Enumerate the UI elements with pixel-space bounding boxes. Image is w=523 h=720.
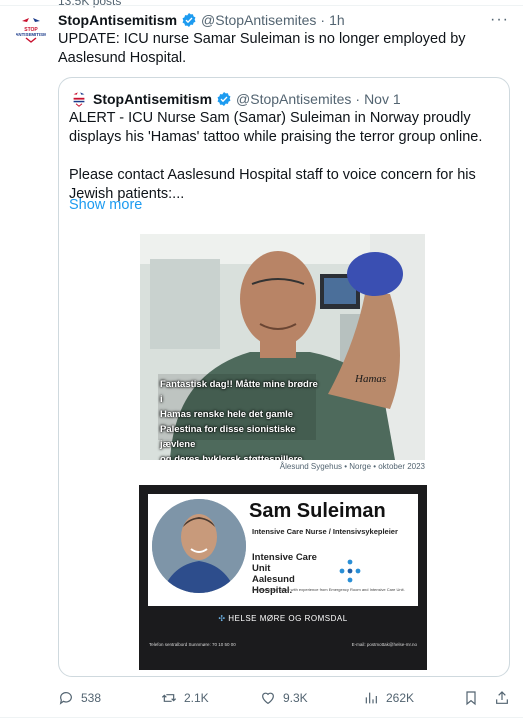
author-handle[interactable]: @StopAntisemites bbox=[201, 12, 316, 28]
verified-icon bbox=[182, 13, 196, 27]
card-unit-line: Aalesund Hospital. bbox=[252, 574, 295, 596]
quote-author-name[interactable]: StopAntisemitism bbox=[93, 91, 212, 107]
profile-photo-illustration bbox=[152, 499, 246, 593]
tattoo-text: Hamas bbox=[354, 373, 386, 385]
repost-count: 2.1K bbox=[184, 691, 209, 705]
profile-photo bbox=[152, 499, 246, 593]
reply-count: 538 bbox=[81, 691, 102, 705]
separator: · bbox=[355, 91, 361, 107]
contact-phone: Telefon sentralbord Sunnmøre: 70 10 50 0… bbox=[149, 642, 236, 647]
tweet-text: UPDATE: ICU nurse Samar Suleiman is no l… bbox=[58, 31, 466, 66]
separator: · bbox=[320, 12, 326, 28]
views-count: 262K bbox=[386, 691, 415, 705]
bookmark-button[interactable] bbox=[463, 690, 479, 706]
repost-icon bbox=[161, 694, 177, 702]
previous-post-count: 13.5K posts bbox=[58, 0, 122, 8]
quote-avatar[interactable] bbox=[69, 89, 89, 109]
contact-email: E-mail: postmottak@helse-mr.no bbox=[351, 642, 417, 647]
divider bbox=[0, 5, 523, 6]
more-icon[interactable]: ··· bbox=[490, 11, 509, 29]
quote-header: StopAntisemitism @StopAntisemites · Nov … bbox=[69, 89, 401, 109]
tweet-header: StopAntisemitism @StopAntisemites · 1h ·… bbox=[58, 10, 509, 30]
org-name: ✣ HELSE MØRE OG ROMSDAL bbox=[139, 614, 427, 623]
hospital-logo-icon bbox=[339, 559, 361, 583]
contact-row: Telefon sentralbord Sunnmøre: 70 10 50 0… bbox=[149, 642, 417, 647]
show-more-link[interactable]: Show more bbox=[69, 197, 142, 213]
quoted-tweet[interactable]: StopAntisemitism @StopAntisemites · Nov … bbox=[58, 77, 510, 677]
org-logo-icon: ✣ bbox=[218, 614, 229, 623]
card-role: Intensive Care Nurse / Intensivsykepleie… bbox=[252, 527, 398, 536]
quote-paragraph: ALERT - ICU Nurse Sam (Samar) Suleiman i… bbox=[69, 110, 483, 145]
overlay-line: Hamas renske hele det gamle bbox=[160, 409, 294, 420]
bookmark-icon bbox=[466, 691, 476, 706]
logo-icon bbox=[73, 92, 85, 107]
image-caption: Ålesund Sygehus • Norge • oktober 2023 bbox=[279, 462, 425, 471]
like-icon bbox=[262, 692, 274, 705]
quote-image-profile-card[interactable]: Sam Suleiman Intensive Care Nurse / Inte… bbox=[139, 485, 427, 670]
action-bar: 538 2.1K 9.3K 262K bbox=[58, 688, 510, 708]
reply-button[interactable]: 538 bbox=[58, 690, 101, 706]
share-button[interactable] bbox=[494, 690, 510, 706]
verified-icon bbox=[217, 92, 231, 106]
overlay-line: og deres hyklersk støttespillere bbox=[160, 454, 303, 460]
quote-image-selfie[interactable]: Hamas Fantastisk dag!! Måtte mine brødre… bbox=[140, 234, 425, 460]
org-label: HELSE MØRE OG ROMSDAL bbox=[228, 614, 348, 623]
views-button[interactable]: 262K bbox=[363, 690, 414, 706]
profile-card: Sam Suleiman Intensive Care Nurse / Inte… bbox=[148, 494, 418, 606]
svg-text:ANTISEMITISM: ANTISEMITISM bbox=[16, 32, 46, 37]
overlay-line: Palestina for disse sionistiske jævlene bbox=[160, 424, 296, 450]
like-count: 9.3K bbox=[283, 691, 308, 705]
overlay-line: Fantastisk dag!! Måtte mine brødre i bbox=[160, 379, 318, 405]
repost-button[interactable]: 2.1K bbox=[161, 690, 209, 706]
overlay-text: Fantastisk dag!! Måtte mine brødre i Ham… bbox=[160, 377, 320, 460]
reply-icon bbox=[59, 692, 72, 705]
post-time[interactable]: 1h bbox=[329, 12, 345, 28]
logo-icon: STOP ANTISEMITISM bbox=[16, 18, 46, 43]
card-name: Sam Suleiman bbox=[249, 500, 386, 522]
quote-author-handle[interactable]: @StopAntisemites bbox=[236, 91, 351, 107]
author-name[interactable]: StopAntisemitism bbox=[58, 12, 177, 28]
author-avatar[interactable]: STOP ANTISEMITISM bbox=[14, 12, 48, 46]
card-unit-line: Intensive Care Unit bbox=[252, 552, 317, 574]
views-icon bbox=[365, 692, 377, 704]
like-button[interactable]: 9.3K bbox=[260, 690, 308, 706]
divider bbox=[0, 717, 523, 718]
quote-time[interactable]: Nov 1 bbox=[364, 91, 401, 107]
share-icon bbox=[496, 691, 508, 704]
card-note: Intensive Care Nurse with experience fro… bbox=[252, 587, 405, 592]
